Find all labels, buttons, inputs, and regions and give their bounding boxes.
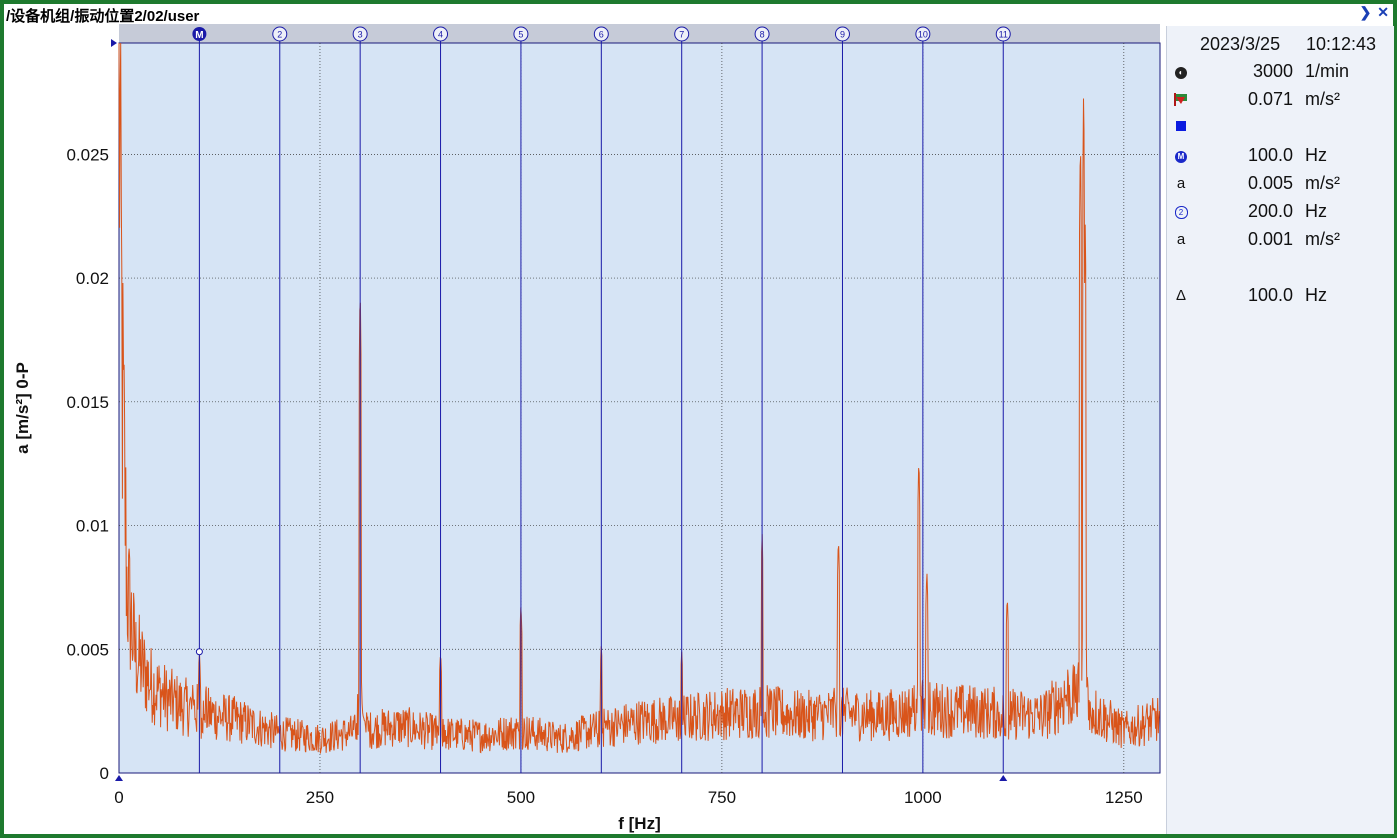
expand-icon[interactable]: ❯ [1360,4,1372,20]
amplitude-icon: a [1176,175,1186,192]
y-tick-label: 0 [100,764,109,783]
harmonic-cursor-label: 4 [438,30,443,40]
overall-row: 0.071 m/s² [1167,88,1394,112]
window-controls: ❯ ✕ [1358,4,1389,21]
rpm-icon: ◐ [1173,63,1189,81]
y-tick-label: 0.025 [66,145,109,164]
delta-freq-unit: Hz [1305,285,1327,305]
harmonic-cursor-row: 2 200.0 Hz [1167,200,1394,224]
plot-area [118,42,1161,774]
rpm-value: 3000 [1252,61,1293,81]
harmonic-cursor-amp-row: a 0.001 m/s² [1167,228,1394,252]
harmonic-cursor-label: 6 [599,30,604,40]
overall-unit: m/s² [1305,89,1340,109]
time-value: 10:12:43 [1306,34,1377,54]
x-tick-label: 1250 [1105,788,1143,807]
main-cursor-freq-unit: Hz [1305,145,1327,165]
harmonic-cursor-amp: 0.001 [1247,229,1293,249]
main-cursor-marker [195,648,203,656]
overall-value: 0.071 [1247,89,1293,109]
main-cursor-icon: M [1173,147,1189,165]
harmonic-cursor-amp-unit: m/s² [1305,229,1340,249]
harmonic-cursor-label: 11 [999,30,1008,40]
close-icon[interactable]: ✕ [1377,4,1389,20]
main-cursor-row: M 100.0 Hz [1167,144,1394,168]
y-tick-label: 0.015 [66,393,109,412]
harmonic-cursor-label: 2 [277,30,282,40]
x-tick-label: 0 [114,788,123,807]
harmonic-cursor-label: 10 [918,30,928,40]
harmonic-cursor-label: 7 [679,30,684,40]
square-marker-icon [1173,119,1189,137]
harmonic-cursor-icon: 2 [1173,203,1189,221]
spectrum-chart[interactable]: 0 250 500 750 1000 1250 0 0.005 0.01 0.015 0.02 0.0… [4,4,1164,834]
x-axis-label: f [Hz] [618,814,660,833]
harmonic-cursor-label: 3 [358,30,363,40]
y-axis-label: a [m/s²] 0-P [13,362,32,454]
harmonic-cursor-label: 5 [518,30,523,40]
harmonic-cursor-freq-unit: Hz [1305,201,1327,221]
x-tick-label: 500 [507,788,535,807]
info-panel: 2023/3/25 10:12:43 ◐ 3000 1/min 0.071 m/… [1166,26,1394,834]
x-tick-label: 1000 [904,788,942,807]
y-tick-label: 0.005 [66,640,109,659]
rpm-unit: 1/min [1305,61,1350,81]
x-axis-start-marker [115,775,123,781]
harmonic-cursor-label: 8 [760,30,765,40]
y-axis-top-marker [111,39,117,47]
main-cursor-freq: 100.0 [1247,145,1293,165]
delta-icon: Δ [1175,287,1187,304]
window-frame: /设备机组/振动位置2/02/user ❯ ✕ 0 250 500 750 1000 12… [4,4,1394,834]
main-cursor-amp-unit: m/s² [1305,173,1340,193]
main-cursor-amp-row: a 0.005 m/s² [1167,172,1394,196]
amplitude-icon: a [1176,231,1186,248]
main-cursor-label: M [195,30,203,41]
timestamp-row: 2023/3/25 10:12:43 [1167,26,1394,54]
delta-freq: 100.0 [1247,285,1293,305]
marker-row [1167,116,1394,140]
rpm-row: ◐ 3000 1/min [1167,60,1394,84]
delta-row: Δ 100.0 Hz [1167,284,1394,308]
overall-flag-icon [1173,91,1189,109]
date-value: 2023/3/25 [1200,34,1281,54]
y-tick-label: 0.02 [76,269,109,288]
harmonic-cursor-label: 9 [840,30,845,40]
main-cursor-amp: 0.005 [1247,173,1293,193]
x-axis-cursor-marker [999,775,1008,781]
y-tick-label: 0.01 [76,517,109,536]
x-tick-label: 250 [306,788,334,807]
x-tick-label: 750 [708,788,736,807]
harmonic-cursor-freq: 200.0 [1247,201,1293,221]
